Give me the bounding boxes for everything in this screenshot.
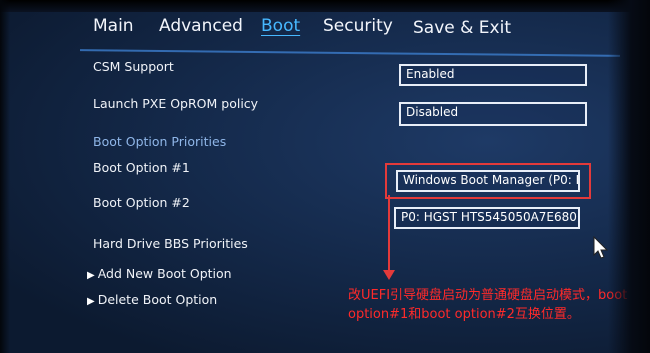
monitor-bezel-right [608,0,650,353]
bios-screen: Main Advanced Boot Security Save & Exit … [0,0,650,353]
tab-security[interactable]: Security [323,16,393,36]
tab-main[interactable]: Main [93,16,134,36]
annotation-arrow-line [388,195,390,273]
tab-underline-divider [80,49,620,57]
tab-save-exit[interactable]: Save & Exit [413,18,511,38]
tab-advanced[interactable]: Advanced [159,16,243,36]
submenu-arrow-icon: ▶ [87,270,95,281]
tab-boot[interactable]: Boot [261,16,300,36]
monitor-bezel-top [0,0,650,12]
csm-support-label: CSM Support [93,59,174,74]
boot-option-2-field[interactable]: P0: HGST HTS545050A7E680 [394,207,580,229]
launch-pxe-label: Launch PXE OpROM policy [93,96,259,111]
add-new-boot-option-label: Add New Boot Option [97,266,232,281]
boot-option-priorities-heading: Boot Option Priorities [93,134,227,149]
annotation-arrow-head-icon [383,270,395,280]
csm-support-field[interactable]: Enabled [399,64,587,86]
annotation-text: 改UEFI引导硬盘启动为普通硬盘启动模式，boot option#1和boot … [348,288,628,322]
submenu-arrow-icon: ▶ [87,296,95,307]
mouse-cursor-icon [593,236,609,259]
boot-option-2-label: Boot Option #2 [93,195,190,210]
monitor-bezel-left [0,0,10,353]
tab-bar: Main Advanced Boot Security Save & Exit [0,14,650,48]
boot-option-1-label: Boot Option #1 [93,160,190,175]
hard-drive-bbs-priorities[interactable]: Hard Drive BBS Priorities [93,236,248,251]
delete-boot-option-label: Delete Boot Option [97,292,218,307]
add-new-boot-option[interactable]: ▶ Add New Boot Option [87,266,232,281]
red-highlight-box [385,163,591,199]
delete-boot-option[interactable]: ▶ Delete Boot Option [87,292,217,307]
launch-pxe-field[interactable]: Disabled [399,102,587,126]
